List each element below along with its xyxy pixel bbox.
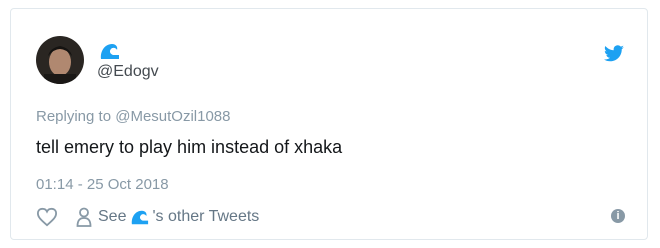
person-icon[interactable]: [76, 207, 92, 227]
other-tweets-link[interactable]: 's other Tweets: [152, 208, 259, 226]
wave-emoji-icon[interactable]: [130, 208, 150, 226]
avatar[interactable]: [36, 36, 84, 84]
tweet-actions: See 's other Tweets: [36, 205, 259, 229]
tweet-card: @Edogv Replying to @MesutOzil1088 tell e…: [10, 8, 648, 240]
reply-prefix: Replying to: [36, 108, 116, 125]
wave-emoji-icon: [100, 44, 119, 59]
user-handle[interactable]: @Edogv: [97, 63, 159, 81]
reply-context: Replying to @MesutOzil1088: [36, 108, 231, 125]
tweet-text: tell emery to play him instead of xhaka: [36, 137, 343, 157]
reply-mention-link[interactable]: @MesutOzil1088: [115, 108, 230, 125]
see-label[interactable]: See: [98, 208, 126, 226]
tweet-timestamp[interactable]: 01:14 - 25 Oct 2018: [36, 176, 169, 193]
twitter-bird-icon[interactable]: [603, 45, 625, 63]
info-icon[interactable]: i: [611, 209, 625, 223]
heart-icon[interactable]: [36, 207, 58, 227]
